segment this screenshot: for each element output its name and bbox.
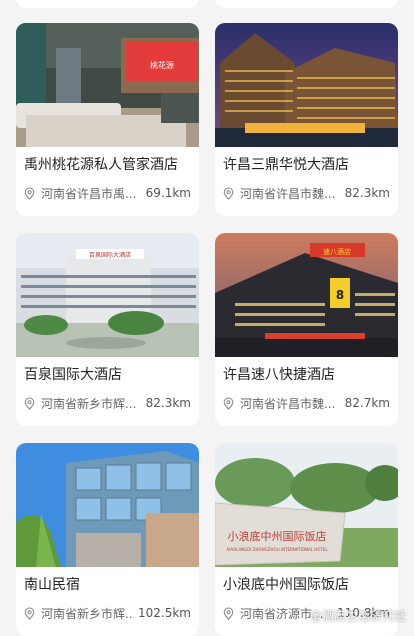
hotel-card[interactable]: 桃花源 禹州桃花源私人管家酒店 河南省许昌市禹... 69.1km [16,23,199,216]
location-pin-icon [24,187,35,200]
hotel-card-partial[interactable] [215,0,398,8]
hotel-card[interactable]: 南山民宿 河南省新乡市辉... 102.5km [16,443,199,636]
hotel-photo [215,23,398,147]
hotel-distance: 82.3km [145,396,191,410]
hotel-card[interactable]: 许昌三鼎华悦大酒店 河南省许昌市魏... 82.3km [215,23,398,216]
hotel-photo: 百泉国际大酒店 [16,233,199,357]
photo-sign: 速八酒店 [323,247,351,256]
location-pin-icon [223,397,234,410]
hotel-photo: 小浪底中州国际饭店 XIAOLANGDI ZHONGZHOU INTERNATI… [215,443,398,567]
hotel-photo: 速八酒店 8 [215,233,398,357]
location-pin-icon [24,607,35,620]
hotel-distance: 102.5km [138,606,191,620]
hotel-card[interactable]: 百泉国际大酒店 百泉国际大酒店 河南省新乡市辉... 82.3km [16,233,199,426]
hotel-name: 许昌三鼎华悦大酒店 [223,157,349,173]
hotel-card-partial[interactable] [16,0,199,8]
hotel-distance: 82.7km [344,396,390,410]
location-row: 河南省许昌市禹... 69.1km [24,185,191,201]
hotel-photo [16,443,199,567]
hotel-address: 河南省许昌市魏... [240,186,336,201]
hotel-name: 许昌速八快捷酒店 [223,367,335,383]
location-pin-icon [24,397,35,410]
hotel-address: 河南省新乡市辉... [41,606,134,621]
hotel-name: 百泉国际大酒店 [24,367,122,383]
location-pin-icon [223,187,234,200]
location-row: 河南省许昌市魏... 82.7km [223,395,390,411]
photo-sign: 桃花源 [150,60,174,70]
photo-sign: 小浪底中州国际饭店 [228,529,327,543]
hotel-distance: 69.1km [145,186,191,200]
location-row: 河南省许昌市魏... 82.3km [223,185,390,201]
photo-sign: 百泉国际大酒店 [89,251,131,259]
hotel-name: 禹州桃花源私人管家酒店 [24,157,178,173]
hotel-photo: 桃花源 [16,23,199,147]
hotel-distance: 82.3km [344,186,390,200]
hotel-name: 小浪底中州国际饭店 [223,577,349,593]
photo-sign-pinyin: XIAOLANGDI ZHONGZHOU INTERNATIONAL HOTEL [226,547,328,552]
hotel-address: 河南省许昌市魏... [240,396,336,411]
hotel-card[interactable]: 速八酒店 8 许昌速八快捷酒店 河南省许昌市魏... 82.7km [215,233,398,426]
hotel-name: 南山民宿 [24,577,80,593]
svg-text:8: 8 [336,288,344,302]
location-pin-icon [223,607,234,620]
location-row: 河南省新乡市辉... 82.3km [24,395,191,411]
watermark: @酒店生活研究社 [309,609,406,623]
location-row: 河南省新乡市辉... 102.5km [24,605,191,621]
hotel-address: 河南省新乡市辉... [41,396,137,411]
hotel-address: 河南省许昌市禹... [41,186,137,201]
